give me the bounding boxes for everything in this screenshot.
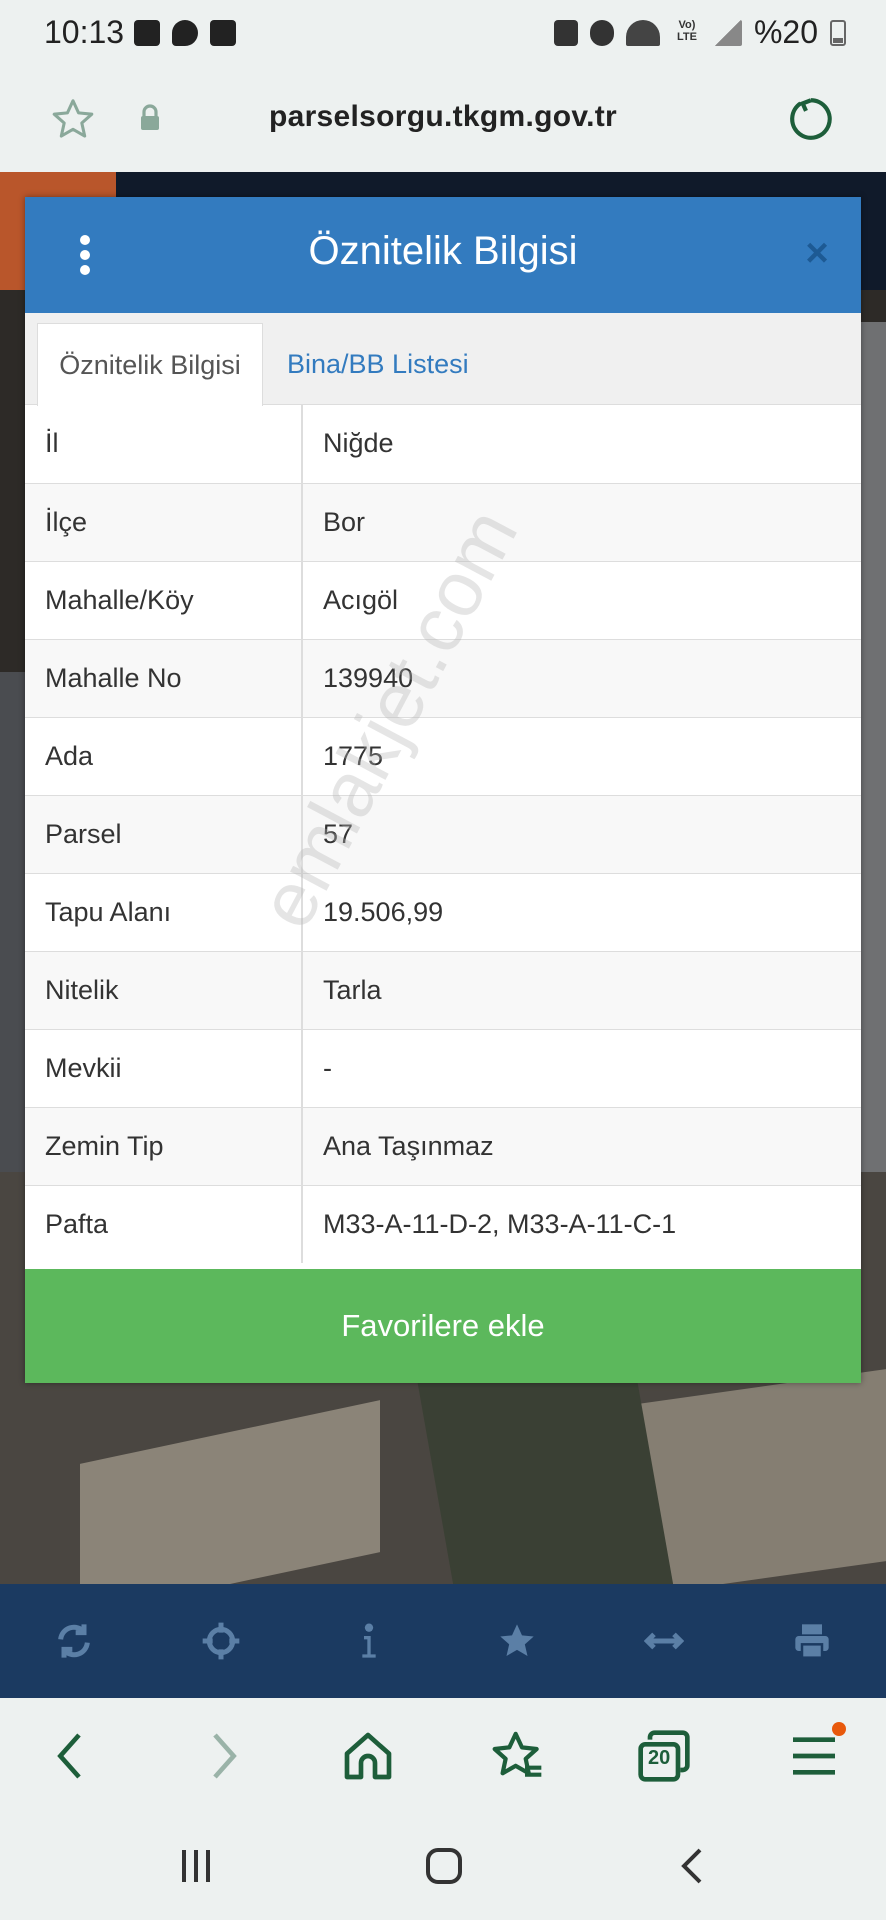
close-icon[interactable]: × bbox=[799, 233, 835, 273]
checkbox-icon bbox=[210, 20, 236, 46]
attribute-key: Pafta bbox=[25, 1184, 303, 1263]
tab-count: 20 bbox=[648, 1747, 671, 1769]
refresh-icon[interactable] bbox=[54, 1621, 94, 1661]
attribute-value: Acıgöl bbox=[302, 560, 861, 639]
table-row: Zemin Tip Ana Taşınmaz bbox=[25, 1106, 861, 1185]
favorite-star-icon[interactable] bbox=[497, 1621, 537, 1661]
gallery-icon bbox=[134, 20, 160, 46]
attribute-key: İl bbox=[25, 405, 303, 483]
back-icon[interactable] bbox=[44, 1728, 100, 1784]
url-text[interactable]: parselsorgu.tkgm.gov.tr bbox=[0, 100, 886, 134]
system-nav-bar bbox=[0, 1812, 886, 1920]
home-icon[interactable] bbox=[340, 1728, 396, 1784]
forward-icon[interactable] bbox=[194, 1728, 250, 1784]
system-back-icon[interactable] bbox=[674, 1846, 714, 1886]
table-row: Pafta M33-A-11-D-2, M33-A-11-C-1 bbox=[25, 1184, 861, 1263]
attribute-value: 139940 bbox=[302, 638, 861, 717]
tab-attributes[interactable]: Öznitelik Bilgisi bbox=[37, 323, 263, 406]
status-right: Vo) LTE %20 bbox=[553, 14, 846, 51]
attribute-value: - bbox=[302, 1028, 861, 1107]
map-field bbox=[861, 322, 886, 1172]
attribute-key: İlçe bbox=[25, 482, 303, 561]
attribute-key: Zemin Tip bbox=[25, 1106, 303, 1185]
browser-bottom-bar: 20 bbox=[0, 1698, 886, 1812]
status-time: 10:13 bbox=[44, 14, 125, 50]
attribute-value: Bor bbox=[302, 482, 861, 561]
modal-title: Öznitelik Bilgisi bbox=[308, 229, 578, 273]
attribute-value: 19.506,99 bbox=[302, 872, 861, 951]
alarm-icon bbox=[589, 19, 614, 46]
battery-percent: %20 bbox=[753, 14, 818, 50]
menu-icon[interactable] bbox=[786, 1728, 842, 1784]
map-toolbar bbox=[0, 1584, 886, 1698]
attribute-key: Tapu Alanı bbox=[25, 872, 303, 951]
chat-icon bbox=[172, 20, 198, 46]
battery-icon bbox=[830, 19, 846, 46]
measure-icon[interactable] bbox=[644, 1621, 685, 1661]
url-bar: parselsorgu.tkgm.gov.tr bbox=[0, 66, 886, 172]
add-favorite-button[interactable]: Favorilere ekle bbox=[25, 1269, 861, 1383]
map-field bbox=[0, 672, 25, 1172]
home-button-icon[interactable] bbox=[424, 1846, 464, 1886]
volte-icon: Vo) LTE bbox=[676, 18, 697, 43]
attribute-value: 1775 bbox=[302, 716, 861, 795]
print-icon[interactable] bbox=[792, 1621, 832, 1661]
wifi-icon bbox=[625, 19, 660, 46]
table-row: Mahalle No 139940 bbox=[25, 638, 861, 717]
table-row: Ada 1775 bbox=[25, 716, 861, 795]
table-row: Mevkii - bbox=[25, 1028, 861, 1107]
attribute-key: Mahalle/Köy bbox=[25, 560, 303, 639]
table-row: Nitelik Tarla bbox=[25, 950, 861, 1029]
notification-dot bbox=[832, 1722, 846, 1736]
modal-header: Öznitelik Bilgisi × bbox=[25, 197, 861, 313]
attribute-value: 57 bbox=[302, 794, 861, 873]
attribute-key: Parsel bbox=[25, 794, 303, 873]
attribute-value: Ana Taşınmaz bbox=[302, 1106, 861, 1185]
table-row: Parsel 57 bbox=[25, 794, 861, 873]
table-row: İl Niğde bbox=[25, 405, 861, 483]
modal-tabs: Öznitelik Bilgisi Bina/BB Listesi bbox=[25, 313, 861, 406]
locate-icon[interactable] bbox=[201, 1621, 241, 1661]
table-row: Mahalle/Köy Acıgöl bbox=[25, 560, 861, 639]
status-bar: 10:13 Vo) LTE %20 bbox=[0, 0, 886, 66]
attribute-value: Niğde bbox=[323, 428, 394, 459]
table-row: Tapu Alanı 19.506,99 bbox=[25, 872, 861, 951]
attribute-value: M33-A-11-D-2, M33-A-11-C-1 bbox=[302, 1184, 861, 1263]
attribute-key: Ada bbox=[25, 716, 303, 795]
attribute-key: Mahalle No bbox=[25, 638, 303, 717]
battery-saver-icon bbox=[553, 19, 578, 46]
attribute-key: Mevkii bbox=[25, 1028, 303, 1107]
reload-icon[interactable] bbox=[786, 94, 836, 144]
tab-building-list[interactable]: Bina/BB Listesi bbox=[287, 323, 469, 406]
recent-apps-icon[interactable] bbox=[176, 1846, 216, 1886]
table-row: İlçe Bor bbox=[25, 482, 861, 561]
attributes-table: İl Niğde İlçe Bor Mahalle/Köy Acıgöl Mahalle N… bbox=[25, 405, 861, 1263]
info-icon[interactable] bbox=[349, 1621, 389, 1661]
signal-icon bbox=[713, 19, 742, 46]
attribute-modal: Öznitelik Bilgisi × Öznitelik Bilgisi Bi… bbox=[25, 197, 861, 1383]
attribute-value: Tarla bbox=[302, 950, 861, 1029]
bookmarks-icon[interactable] bbox=[490, 1728, 546, 1784]
notification-icons bbox=[134, 20, 236, 46]
attribute-key: Nitelik bbox=[25, 950, 303, 1029]
